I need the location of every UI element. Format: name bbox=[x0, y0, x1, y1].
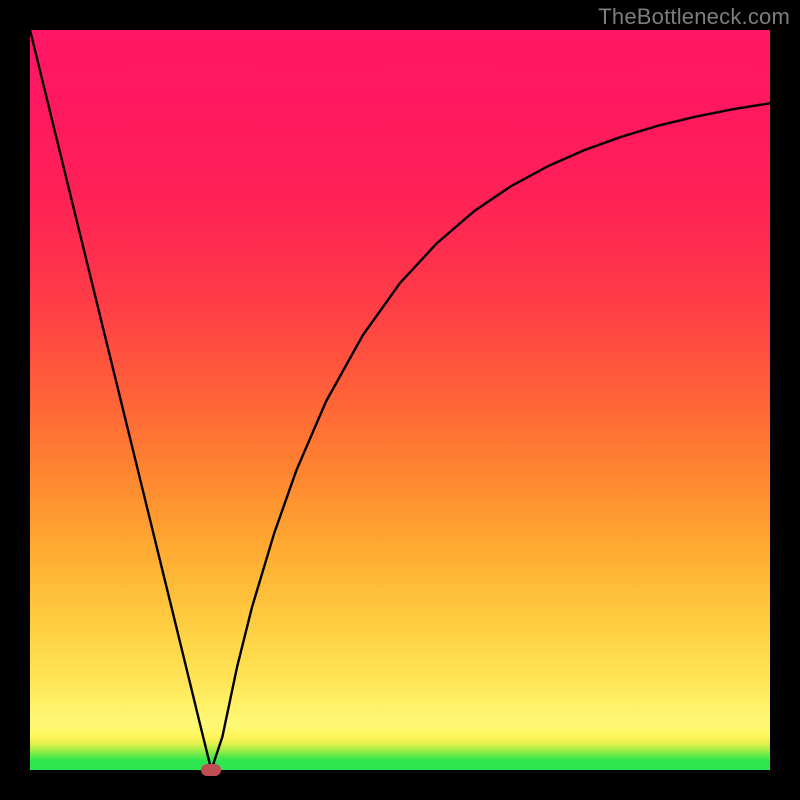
plot-area bbox=[30, 30, 770, 770]
watermark-text: TheBottleneck.com bbox=[598, 4, 790, 30]
chart-frame: TheBottleneck.com bbox=[0, 0, 800, 800]
curve-svg bbox=[30, 30, 770, 770]
optimal-point-marker bbox=[201, 764, 221, 776]
bottleneck-curve bbox=[30, 30, 770, 770]
